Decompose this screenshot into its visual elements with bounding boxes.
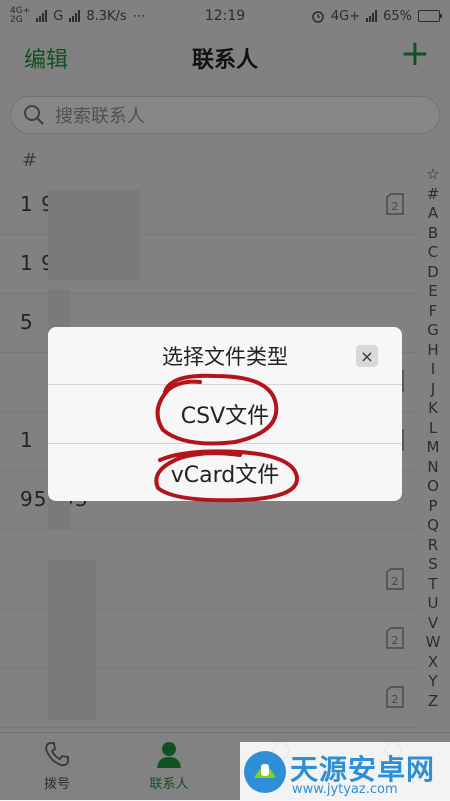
dialog-title: 选择文件类型 (162, 345, 288, 369)
option-label: vCard文件 (170, 463, 280, 488)
file-type-dialog: 选择文件类型 × CSV文件 vCard文件 (48, 327, 402, 501)
csv-option[interactable]: CSV文件 (48, 384, 402, 443)
option-label: CSV文件 (180, 404, 270, 429)
watermark-url: www.jytyaz.com (292, 782, 398, 797)
vcard-option[interactable]: vCard文件 (48, 443, 402, 501)
close-icon: × (360, 346, 374, 366)
close-button[interactable]: × (356, 345, 378, 367)
